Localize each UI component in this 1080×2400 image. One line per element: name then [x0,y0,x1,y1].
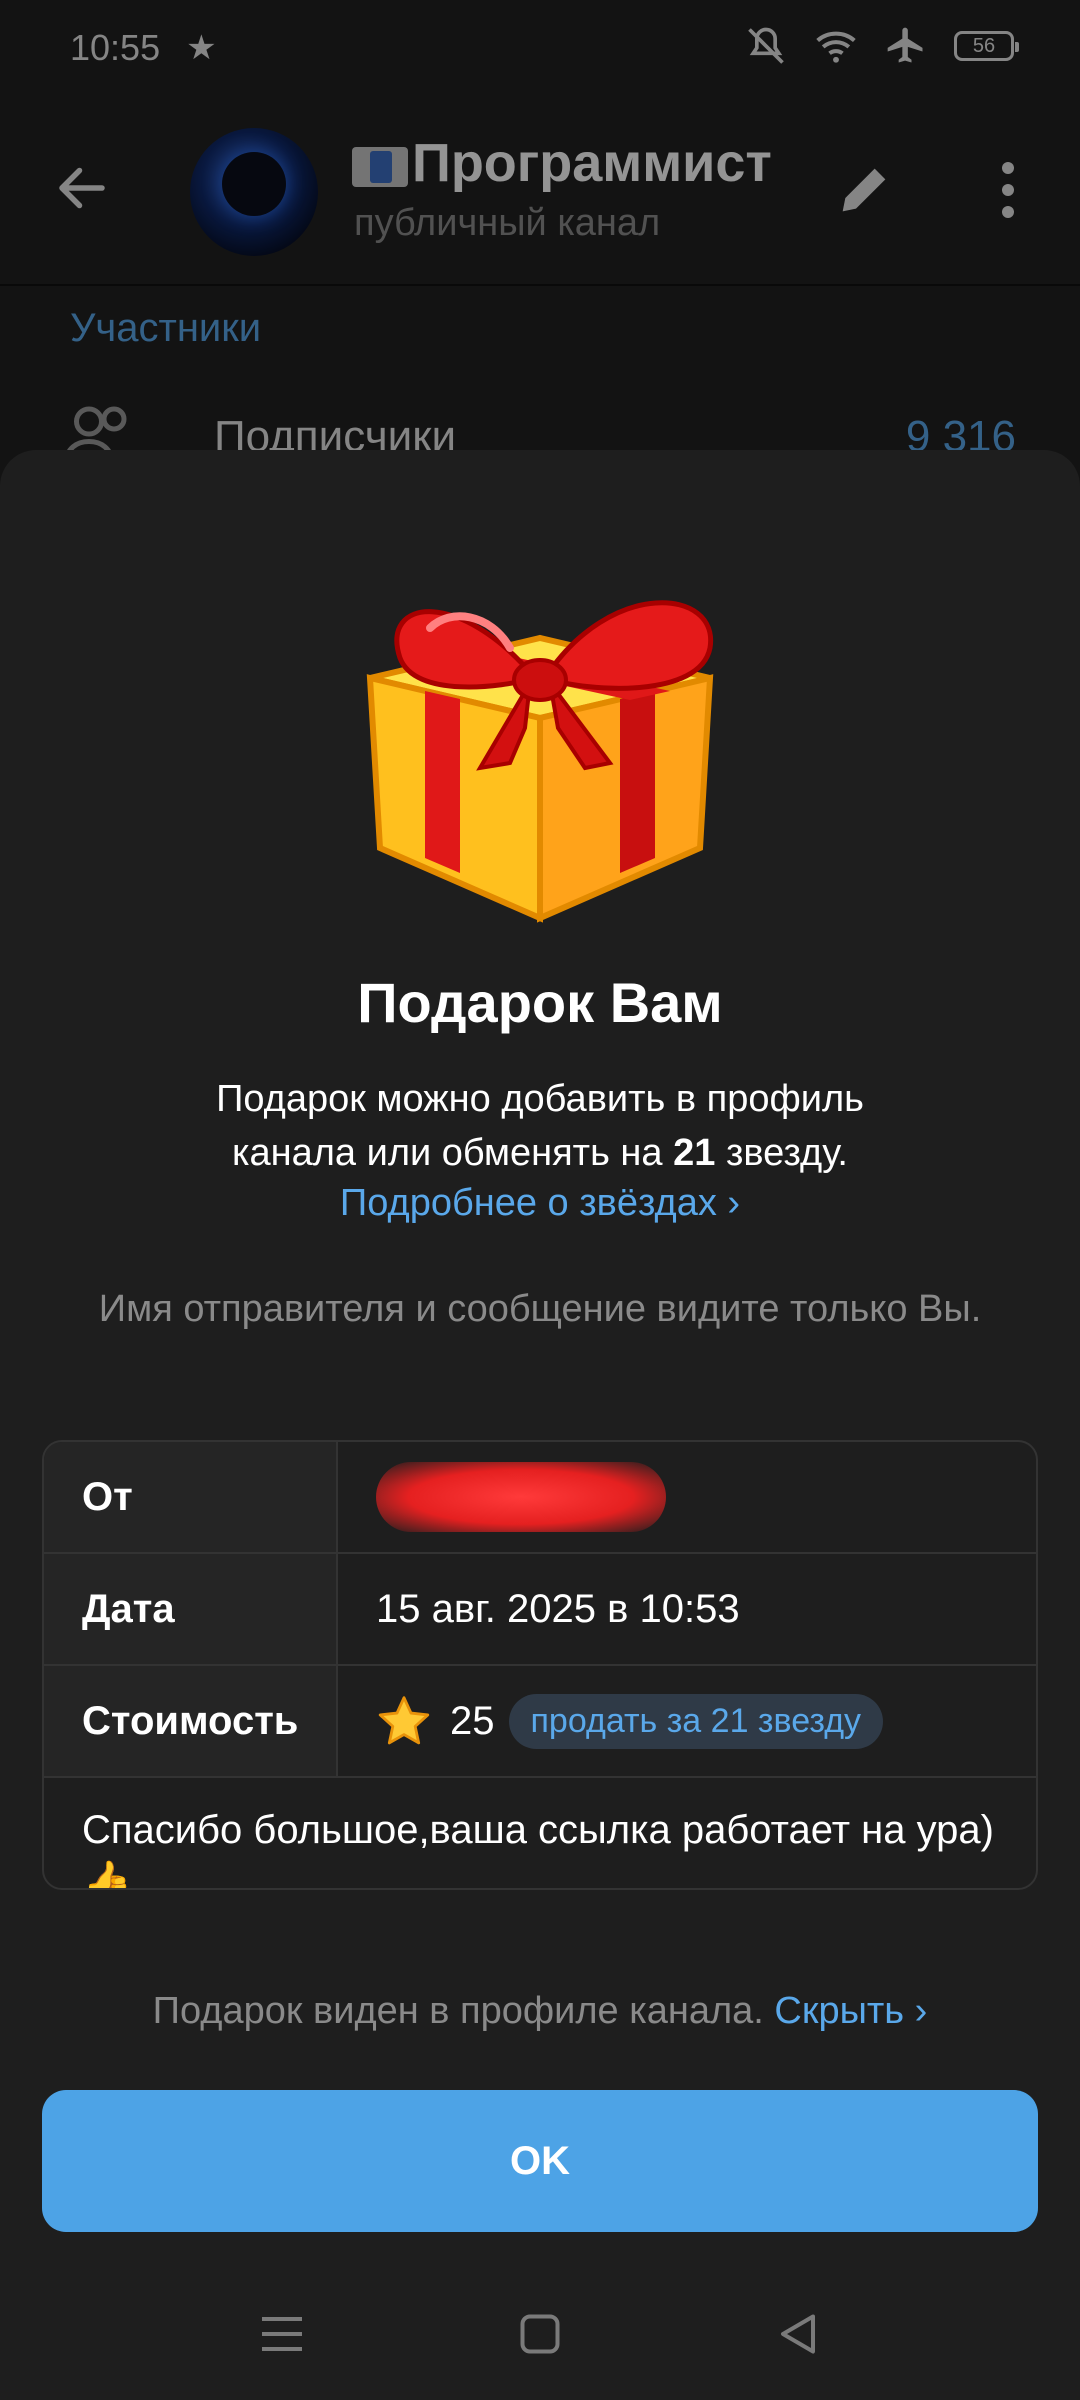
back-nav-icon[interactable] [768,2304,828,2364]
sender-redaction [376,1462,666,1532]
menu-nav-icon[interactable] [252,2304,312,2364]
stars-info-link[interactable]: Подробнее о звёздах › [0,1182,1080,1225]
gift-info-table: От Дата 15 авг. 2025 в 10:53 Стоимость 2… [42,1440,1038,1890]
date-value: 15 авг. 2025 в 10:53 [376,1586,740,1631]
gift-description: Подарок можно добавить в профиль канала … [140,1072,940,1180]
date-label: Дата [44,1554,338,1664]
hide-gift-link[interactable]: Скрыть › [774,1990,927,2032]
visibility-text: Подарок виден в профиле канала. [152,1990,775,2032]
price-amount: 25 [450,1698,495,1743]
description-star-count: 21 [673,1132,716,1174]
price-row: Стоимость 25 продать за 21 звезду [44,1666,1036,1778]
gift-description-line2: канала или обменять на 21 звезду. [140,1126,940,1180]
gift-sheet-title: Подарок Вам [357,971,723,1034]
from-value[interactable] [338,1442,1036,1552]
description-suffix: звезду. [715,1132,848,1174]
gift-message: Спасибо большое,ваша ссылка работает на … [82,1808,994,1890]
telegram-star-icon [378,1696,430,1745]
description-prefix: канала или обменять на [232,1132,674,1174]
gift-box-icon [366,600,714,923]
date-row: Дата 15 авг. 2025 в 10:53 [44,1554,1036,1666]
system-nav-bar [0,2290,1080,2380]
from-row: От [44,1442,1036,1554]
gift-description-line1: Подарок можно добавить в профиль [216,1078,864,1120]
privacy-note: Имя отправителя и сообщение видите тольк… [98,1288,982,1330]
home-nav-icon[interactable] [510,2304,570,2364]
price-label: Стоимость [44,1666,338,1776]
ok-button[interactable]: OK [42,2090,1038,2232]
profile-visibility-note: Подарок виден в профиле канала. Скрыть › [0,1990,1080,2033]
price-value: 25 продать за 21 звезду [338,1666,1036,1776]
sell-gift-button[interactable]: продать за 21 звезду [508,1693,884,1749]
from-label: От [44,1442,338,1552]
message-row: Спасибо большое,ваша ссылка работает на … [44,1778,1036,1890]
gift-bottom-sheet: Подарок Вам Подарок можно добавить в про… [0,450,1080,2400]
